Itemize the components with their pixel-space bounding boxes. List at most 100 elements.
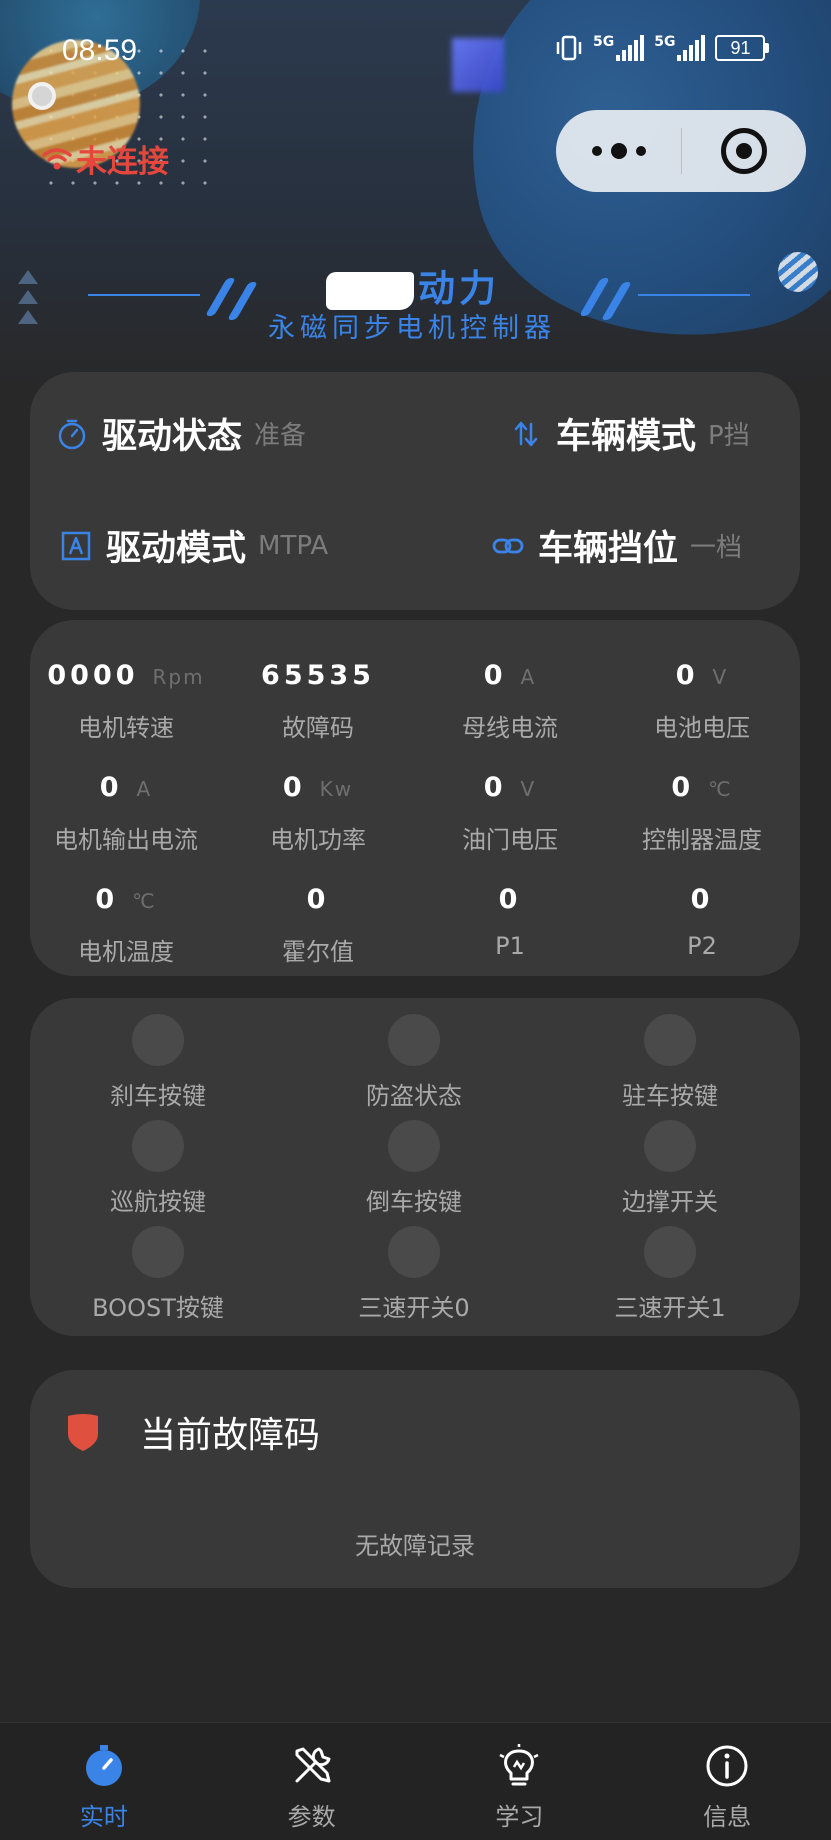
more-menu-button[interactable]	[556, 110, 681, 192]
indicator-light	[388, 1226, 440, 1278]
switch-label: 边撑开关	[622, 1188, 718, 1216]
indicator-light	[388, 1014, 440, 1066]
drive-state-value: 准备	[254, 421, 307, 451]
switch-label: 三速开关0	[358, 1294, 470, 1322]
switch-label: 驻车按键	[622, 1082, 718, 1110]
status-icons: 5G 5G 91	[555, 34, 770, 62]
drive-mode-label: 驱动模式	[106, 529, 247, 569]
metric-controller-temp: 0 ℃ 控制器温度	[606, 772, 798, 855]
swap-arrows-icon	[514, 421, 538, 446]
metric-label: 电池电压	[654, 714, 750, 742]
tab-info[interactable]: 信息	[623, 1723, 831, 1840]
metric-unit: A	[136, 777, 153, 801]
switch-label: 倒车按键	[366, 1188, 462, 1216]
lightbulb-icon	[499, 1744, 539, 1786]
battery-icon: 91	[715, 35, 770, 61]
connection-status[interactable]: 未连接	[42, 136, 169, 181]
metric-motor-speed: 0000 Rpm 电机转速	[30, 660, 222, 743]
metric-unit: Rpm	[152, 665, 205, 689]
tab-label: 参数	[287, 1803, 336, 1831]
fault-empty-message: 无故障记录	[355, 1532, 475, 1560]
target-icon	[721, 128, 767, 174]
vehicle-mode-value: P挡	[708, 421, 750, 451]
metrics-card: 0000 Rpm 电机转速 65535 故障码 0A 母线电流 0V 电池电压 0…	[30, 620, 800, 976]
metric-label: 电机温度	[78, 938, 174, 966]
indicator-light	[644, 1014, 696, 1066]
metric-label: 油门电压	[462, 826, 558, 854]
tab-params[interactable]: 参数	[208, 1723, 416, 1840]
close-miniprogram-button[interactable]	[682, 110, 806, 192]
metric-label: 电机输出电流	[54, 826, 198, 854]
tools-icon	[295, 1747, 331, 1783]
metric-p1: 0 P1	[414, 884, 606, 960]
battery-level: 91	[715, 35, 766, 61]
brand-subtitle: 永磁同步电机控制器	[268, 313, 556, 344]
metric-label: 霍尔值	[282, 938, 354, 966]
vibrate-icon	[556, 35, 582, 61]
planet-ring-decor	[28, 82, 56, 110]
status-card: 驱动状态 准备 车辆模式 P挡 驱动模式 MTPA 车辆挡位 一档	[30, 372, 800, 610]
switch-reverse: 倒车按键	[286, 1120, 542, 1217]
indicator-light	[644, 1226, 696, 1278]
tab-learn[interactable]: 学习	[416, 1723, 624, 1840]
metric-battery-voltage: 0V 电池电压	[606, 660, 798, 743]
metric-label: P1	[495, 932, 525, 960]
letter-a-icon	[61, 531, 91, 560]
more-dot-icon	[610, 143, 627, 159]
metric-motor-temp: 0 ℃ 电机温度	[30, 884, 222, 967]
more-dot-icon	[591, 146, 602, 156]
metric-bus-current: 0A 母线电流	[414, 660, 606, 743]
metric-p2: 0 P2	[606, 884, 798, 960]
drive-state-label: 驱动状态	[102, 417, 243, 457]
metric-label: 电机转速	[78, 714, 174, 742]
decor-slash	[227, 282, 258, 320]
decor-line-left	[88, 294, 200, 296]
vehicle-gear-label: 车辆挡位	[538, 529, 679, 569]
triangle-decor	[18, 270, 38, 330]
connection-label: 未连接	[76, 144, 169, 180]
metric-label: 故障码	[282, 714, 354, 742]
indicator-light	[132, 1226, 184, 1278]
link-icon	[492, 538, 524, 553]
vehicle-mode-item: 车辆模式 P挡	[510, 408, 750, 459]
drive-mode-value: MTPA	[258, 530, 329, 561]
wifi-icon	[42, 147, 72, 169]
decor-line-right	[638, 294, 750, 296]
drive-state-item: 驱动状态 准备	[56, 408, 306, 459]
tab-label: 学习	[495, 1803, 544, 1831]
metric-value: 65535	[261, 660, 375, 691]
network-5g-label-2: 5G	[654, 34, 676, 50]
tab-label: 实时	[79, 1803, 128, 1831]
switch-label: 防盗状态	[366, 1082, 462, 1110]
tab-realtime[interactable]: 实时	[0, 1723, 208, 1840]
metric-value: 0	[282, 772, 306, 803]
metric-value: 0	[671, 772, 695, 803]
ball-decor	[778, 252, 818, 292]
metric-label: 控制器温度	[642, 826, 762, 854]
indicator-light	[132, 1120, 184, 1172]
metric-throttle-voltage: 0V 油门电压	[414, 772, 606, 855]
metric-fault-code: 65535 故障码	[222, 660, 414, 743]
status-time: 08:59	[62, 34, 138, 67]
tab-label: 信息	[703, 1803, 752, 1831]
metric-value: 0	[690, 884, 714, 915]
metric-label: 母线电流	[462, 714, 558, 742]
indicator-light	[388, 1120, 440, 1172]
info-icon	[706, 1745, 748, 1787]
fault-card: 当前故障码 无故障记录	[30, 1370, 800, 1588]
metric-hall-value: 0 霍尔值	[222, 884, 414, 967]
redaction-blot	[326, 271, 414, 310]
metric-value: 0	[99, 772, 123, 803]
switch-anti-theft: 防盗状态	[286, 1014, 542, 1111]
brand-title-text: 动力	[418, 267, 500, 310]
bottom-tab-bar: 实时 参数 学习 信息	[0, 1722, 831, 1840]
signal-icon-1	[616, 35, 645, 61]
metric-unit: A	[520, 665, 537, 689]
switches-card: 刹车按键 防盗状态 驻车按键 巡航按键 倒车按键 边撑开关 BOOST按键 三速…	[30, 998, 800, 1336]
brand-title: 动力	[326, 258, 526, 312]
metric-unit: ℃	[708, 777, 733, 801]
fault-title: 当前故障码	[140, 1415, 321, 1456]
metric-label: P2	[687, 932, 717, 960]
drive-mode-item: 驱动模式 MTPA	[60, 520, 328, 571]
switch-cruise: 巡航按键	[30, 1120, 286, 1217]
